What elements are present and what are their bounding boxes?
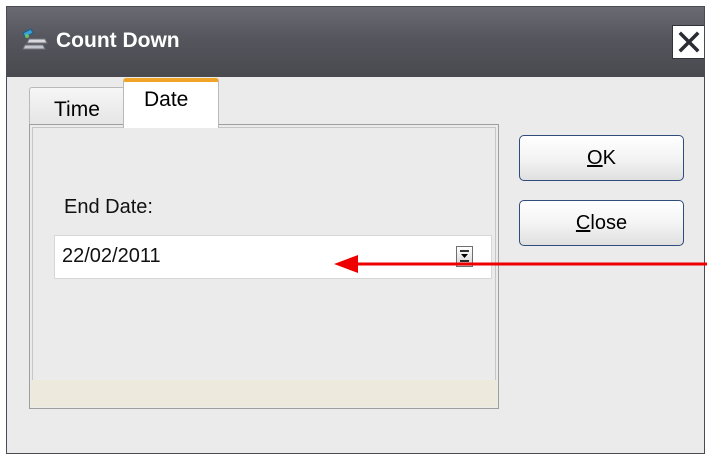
annotation-arrow bbox=[334, 255, 707, 273]
annotation-arrowhead bbox=[334, 255, 358, 273]
